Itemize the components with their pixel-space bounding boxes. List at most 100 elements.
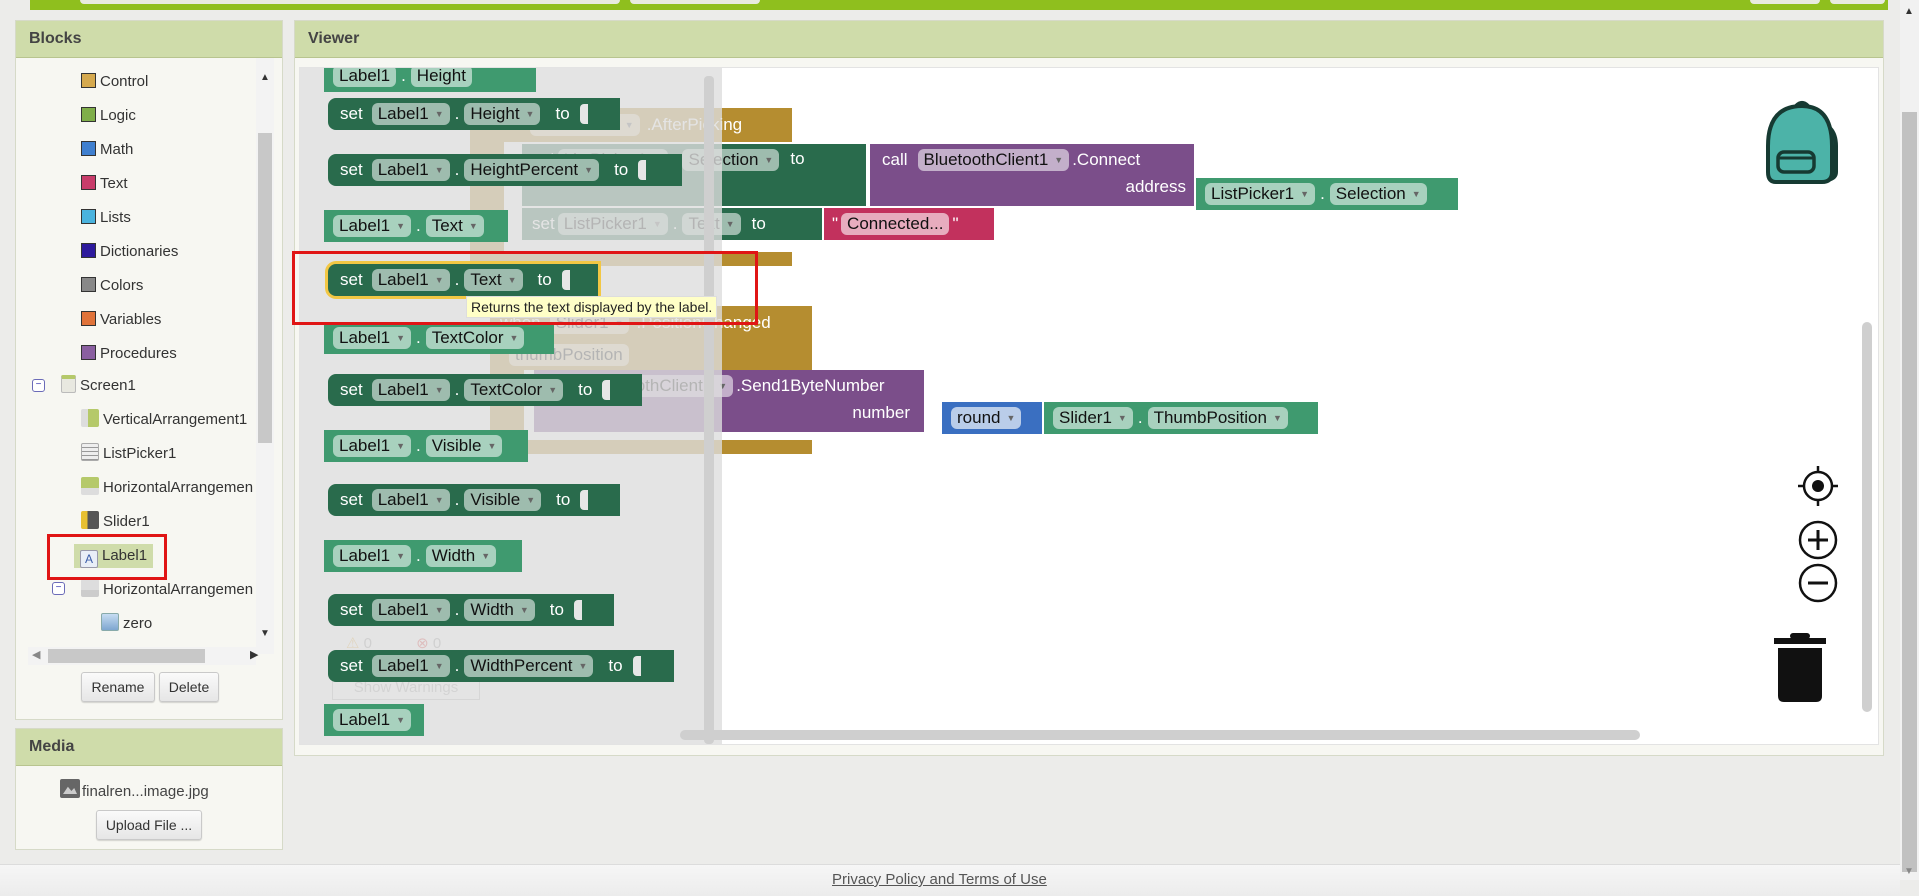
property-dropdown[interactable]: Height ▼ (464, 103, 541, 125)
recenter-icon[interactable] (1796, 464, 1840, 508)
scroll-up-arrow-icon[interactable]: ▲ (260, 72, 270, 83)
blocks-workspace[interactable]: when ListPicker1▼ .AfterPicking do set L… (299, 67, 1879, 745)
toolbar-tab[interactable] (390, 0, 620, 4)
delete-button[interactable]: Delete (159, 672, 219, 702)
component-dropdown[interactable]: BluetoothClient1▼ (917, 149, 1070, 171)
scroll-left-arrow-icon[interactable]: ◀ (32, 648, 40, 661)
builtin-control[interactable]: Control (81, 70, 148, 94)
property-dropdown[interactable]: WidthPercent ▼ (464, 655, 594, 677)
rename-button[interactable]: Rename (81, 672, 155, 702)
component-dropdown[interactable]: Label1 ▼ (371, 655, 450, 677)
zoom-out-icon[interactable] (1797, 562, 1839, 604)
builtin-lists[interactable]: Lists (81, 206, 131, 230)
workspace-horizontal-scrollbar[interactable] (680, 730, 1640, 740)
label1-visible-getter[interactable]: Label1 ▼. Visible ▼ (324, 430, 528, 462)
property-dropdown[interactable]: Height (410, 68, 472, 87)
upload-file-button[interactable]: Upload File ... (96, 810, 202, 840)
builtin-procedures[interactable]: Procedures (81, 342, 177, 366)
media-file-item[interactable]: finalren...image.jpg (60, 779, 209, 800)
text-value-field[interactable]: Connected... (841, 213, 950, 235)
toolbar-button[interactable] (1750, 0, 1820, 4)
builtin-math[interactable]: Math (81, 138, 133, 162)
builtin-dictionaries[interactable]: Dictionaries (81, 240, 178, 264)
set-label1-textcolor-block[interactable]: set Label1 ▼. TextColor ▼ to (328, 374, 642, 406)
label1-component-block[interactable]: Label1 ▼ (324, 704, 424, 736)
scroll-down-arrow-icon[interactable]: ▼ (260, 628, 270, 639)
property-dropdown[interactable]: HeightPercent ▼ (464, 159, 600, 181)
tree-item-horizontalarrangement2[interactable]: HorizontalArrangemen (81, 578, 253, 602)
component-dropdown[interactable]: Label1 ▼ (333, 709, 411, 731)
component-dropdown[interactable]: Label1 ▼ (333, 215, 411, 237)
scroll-up-arrow-icon[interactable]: ▲ (1904, 6, 1914, 17)
component-dropdown[interactable]: Label1 ▼ (371, 599, 450, 621)
horizontal-arrangement-icon (81, 477, 99, 495)
set-label1-height-block[interactable]: set Label1 ▼. Height ▼ to (328, 98, 620, 130)
property-dropdown[interactable]: ThumbPosition ▼ (1147, 407, 1288, 429)
builtin-variables[interactable]: Variables (81, 308, 161, 332)
tree-horizontal-scrollbar[interactable]: ◀ ▶ (28, 647, 258, 665)
component-dropdown[interactable]: Label1 ▼ (371, 159, 450, 181)
toolbar-tab[interactable] (80, 0, 410, 4)
slider-thumbposition-getter[interactable]: Slider1 ▼ . ThumbPosition ▼ (1044, 402, 1318, 434)
property-dropdown[interactable]: Visible ▼ (425, 435, 503, 457)
builtin-text[interactable]: Text (81, 172, 128, 196)
property-dropdown[interactable]: Visible ▼ (464, 489, 542, 511)
component-dropdown[interactable]: Label1 ▼ (333, 545, 411, 567)
tree-item-slider1[interactable]: Slider1 (81, 510, 150, 534)
component-dropdown[interactable]: Label1 ▼ (371, 489, 450, 511)
workspace-vertical-scrollbar[interactable] (1862, 322, 1872, 712)
label1-highlight-box (47, 534, 167, 580)
set-label1-width-block[interactable]: set Label1 ▼. Width ▼ to (328, 594, 614, 626)
builtin-colors[interactable]: Colors (81, 274, 143, 298)
property-dropdown[interactable]: TextColor ▼ (425, 327, 525, 349)
toolbar-button[interactable] (1830, 0, 1885, 4)
scroll-thumb[interactable] (48, 649, 205, 663)
tree-vertical-scrollbar[interactable]: ▲ ▼ (256, 58, 274, 654)
component-dropdown[interactable]: Label1 (333, 68, 397, 87)
set-label1-heightpercent-block[interactable]: set Label1 ▼. HeightPercent ▼ to (328, 154, 682, 186)
label1-height-getter-partial[interactable]: Label1 . Height (324, 68, 536, 92)
tree-item-screen1[interactable]: Screen1 (61, 374, 136, 398)
component-dropdown[interactable]: Label1 ▼ (371, 379, 450, 401)
toolbar-tab[interactable] (630, 0, 760, 4)
property-dropdown[interactable]: TextColor ▼ (464, 379, 564, 401)
property-dropdown[interactable]: Width ▼ (425, 545, 497, 567)
text-string-block[interactable]: " Connected... " (824, 208, 994, 240)
set-label1-visible-block[interactable]: set Label1 ▼. Visible ▼ to (328, 484, 620, 516)
privacy-policy-link[interactable]: Privacy Policy and Terms of Use (832, 871, 1047, 888)
backpack-icon[interactable] (1762, 100, 1846, 188)
collapse-screen1-toggle[interactable]: − (32, 379, 45, 392)
property-dropdown[interactable]: Text▼ (425, 215, 484, 237)
label1-textcolor-getter[interactable]: Label1 ▼. TextColor ▼ (324, 322, 554, 354)
zoom-in-icon[interactable] (1797, 519, 1839, 561)
scroll-thumb[interactable] (258, 133, 272, 443)
component-dropdown[interactable]: Label1 ▼ (371, 103, 450, 125)
tree-item-verticalarrangement1[interactable]: VerticalArrangement1 (81, 408, 247, 432)
listpicker-selection-getter[interactable]: ListPicker1 ▼ . Selection ▼ (1196, 178, 1458, 210)
component-dropdown[interactable]: Label1 ▼ (333, 435, 411, 457)
tree-item-listpicker1[interactable]: ListPicker1 (81, 442, 176, 466)
label1-width-getter[interactable]: Label1 ▼. Width ▼ (324, 540, 522, 572)
component-dropdown[interactable]: Slider1 ▼ (1053, 407, 1133, 429)
to-keyword: to (614, 160, 629, 179)
tree-item-horizontalarrangement1[interactable]: HorizontalArrangemen (81, 476, 253, 500)
listpicker-icon (81, 443, 99, 461)
round-dropdown[interactable]: round ▼ (951, 407, 1022, 429)
math-round-block[interactable]: round ▼ (942, 402, 1042, 434)
trash-icon[interactable] (1772, 632, 1828, 704)
builtin-logic[interactable]: Logic (81, 104, 136, 128)
flyout-scrollbar[interactable] (704, 76, 714, 744)
scroll-down-arrow-icon[interactable]: ▼ (1904, 866, 1914, 877)
property-dropdown[interactable]: Width ▼ (464, 599, 535, 621)
page-scroll-thumb[interactable] (1902, 112, 1917, 872)
property-dropdown[interactable]: Selection ▼ (1329, 183, 1427, 205)
set-label1-widthpercent-block[interactable]: set Label1 ▼. WidthPercent ▼ to (328, 650, 674, 682)
scroll-right-arrow-icon[interactable]: ▶ (250, 648, 258, 661)
collapse-horizontalarrangement-toggle[interactable]: − (52, 582, 65, 595)
component-dropdown[interactable]: ListPicker1▼ (1205, 183, 1316, 205)
tree-item-zero[interactable]: zero (101, 612, 152, 636)
page-vertical-scrollbar[interactable]: ▲ ▼ (1900, 0, 1919, 880)
component-dropdown[interactable]: Label1 ▼ (333, 327, 411, 349)
label1-text-getter[interactable]: Label1 ▼. Text ▼ (324, 210, 508, 242)
call-bluetooth-connect-block[interactable]: call BluetoothClient1 ▼ .Connect address (870, 144, 1194, 206)
